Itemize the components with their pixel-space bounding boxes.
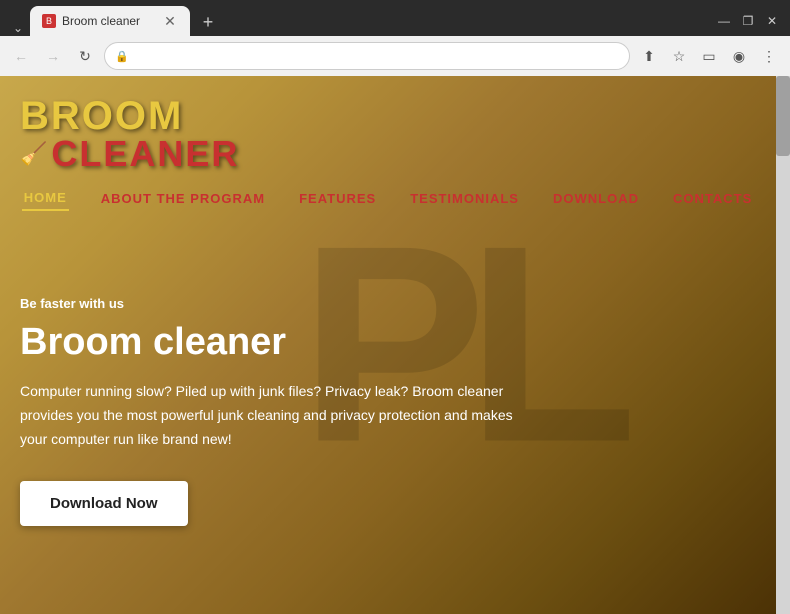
scrollbar-thumb[interactable] bbox=[776, 76, 790, 156]
nav-testimonials[interactable]: TESTIMONIALS bbox=[408, 187, 521, 210]
nav-contacts[interactable]: CONTACTS bbox=[671, 187, 754, 210]
share-button[interactable]: ⬆ bbox=[636, 43, 662, 69]
bookmark-button[interactable]: ☆ bbox=[666, 43, 692, 69]
nav-about[interactable]: ABOUT THE PROGRAM bbox=[99, 187, 267, 210]
toolbar-actions: ⬆ ☆ ▭ ◉ ⋮ bbox=[636, 43, 782, 69]
browser-frame: ⌄ B Broom cleaner ✕ + — ❐ ✕ ← → ↻ 🔒 ⬆ ☆ … bbox=[0, 0, 790, 76]
tabs-area: ⌄ B Broom cleaner ✕ + bbox=[10, 6, 222, 36]
close-window-button[interactable]: ✕ bbox=[764, 13, 780, 29]
logo-broom-text: BROOM bbox=[20, 96, 239, 136]
logo-row2: 🧹 CLEANER bbox=[20, 136, 239, 172]
tab-close-button[interactable]: ✕ bbox=[162, 13, 178, 29]
logo-cleaner-text: CLEANER bbox=[51, 136, 239, 172]
title-bar: ⌄ B Broom cleaner ✕ + — ❐ ✕ bbox=[0, 0, 790, 36]
main-nav: HOME ABOUT THE PROGRAM FEATURES TESTIMON… bbox=[0, 186, 776, 211]
tab-favicon: B bbox=[42, 14, 56, 28]
broom-icon: 🧹 bbox=[20, 143, 47, 165]
download-now-button[interactable]: Download Now bbox=[20, 481, 188, 526]
hero-description: Computer running slow? Piled up with jun… bbox=[20, 380, 520, 451]
browser-toolbar: ← → ↻ 🔒 ⬆ ☆ ▭ ◉ ⋮ bbox=[0, 36, 790, 76]
forward-button[interactable]: → bbox=[40, 43, 66, 69]
window-controls: — ❐ ✕ bbox=[716, 13, 780, 29]
active-tab[interactable]: B Broom cleaner ✕ bbox=[30, 6, 190, 36]
tab-list-chevron[interactable]: ⌄ bbox=[10, 20, 26, 36]
lock-icon: 🔒 bbox=[115, 50, 129, 63]
back-button[interactable]: ← bbox=[8, 43, 34, 69]
nav-features[interactable]: FEATURES bbox=[297, 187, 378, 210]
address-bar[interactable]: 🔒 bbox=[104, 42, 630, 70]
hero-title: Broom cleaner bbox=[20, 321, 760, 364]
minimize-button[interactable]: — bbox=[716, 13, 732, 29]
hero-section: Be faster with us Broom cleaner Computer… bbox=[20, 296, 760, 526]
maximize-button[interactable]: ❐ bbox=[740, 13, 756, 29]
sidebar-button[interactable]: ▭ bbox=[696, 43, 722, 69]
scrollbar[interactable] bbox=[776, 76, 790, 614]
profile-button[interactable]: ◉ bbox=[726, 43, 752, 69]
site-logo: BROOM 🧹 CLEANER bbox=[20, 96, 239, 172]
reload-button[interactable]: ↻ bbox=[72, 43, 98, 69]
menu-button[interactable]: ⋮ bbox=[756, 43, 782, 69]
hero-tagline: Be faster with us bbox=[20, 296, 760, 311]
nav-download[interactable]: DOWNLOAD bbox=[551, 187, 641, 210]
tab-title: Broom cleaner bbox=[62, 14, 156, 28]
nav-home[interactable]: HOME bbox=[22, 186, 69, 211]
webpage-content: PL BROOM 🧹 CLEANER HOME ABOUT THE PROGRA… bbox=[0, 76, 790, 614]
new-tab-button[interactable]: + bbox=[194, 8, 222, 36]
